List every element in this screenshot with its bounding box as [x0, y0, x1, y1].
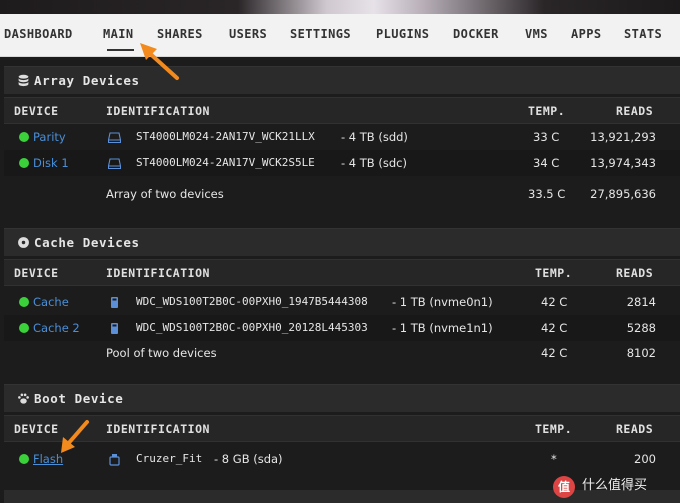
nav-plugins[interactable]: PLUGINS	[376, 27, 429, 41]
status-online-icon	[19, 297, 29, 307]
nav-settings[interactable]: SETTINGS	[290, 27, 351, 41]
summary-temp: 42 C	[541, 346, 568, 360]
database-icon	[18, 74, 29, 87]
device-temp: 42 C	[541, 295, 568, 309]
summary-label: Pool of two devices	[106, 346, 217, 360]
hdd-icon	[108, 132, 121, 144]
summary-row: Array of two devices 33.5 C 27,895,636	[4, 181, 680, 207]
col-identification: IDENTIFICATION	[106, 266, 210, 280]
watermark-logo: 值	[553, 476, 575, 498]
watermark-text: 什么值得买	[582, 478, 648, 493]
next-panel-header	[4, 490, 680, 503]
device-identification: Cruzer_Fit	[136, 452, 203, 465]
device-size: - 1 TB (nvme0n1)	[392, 295, 493, 309]
device-reads: 2814	[626, 295, 656, 309]
nav-main[interactable]: MAIN	[103, 27, 134, 41]
device-temp: 33 C	[533, 130, 560, 144]
nav-stats[interactable]: STATS	[624, 27, 662, 41]
boot-column-headers: DEVICE IDENTIFICATION TEMP. READS	[4, 415, 680, 442]
cache-column-headers: DEVICE IDENTIFICATION TEMP. READS	[4, 259, 680, 286]
nav-vms[interactable]: VMS	[525, 27, 548, 41]
table-row: Disk 1 ST4000LM024-2AN17V_WCK2S5LE - 4 T…	[4, 150, 680, 176]
usb-drive-icon	[109, 454, 120, 466]
device-identification: WDC_WDS100T2B0C-00PXH0_1947B5444308	[136, 295, 368, 308]
device-identification: WDC_WDS100T2B0C-00PXH0_20128L445303	[136, 321, 368, 334]
device-size: - 1 TB (nvme1n1)	[392, 321, 493, 335]
top-nav: DASHBOARD MAIN SHARES USERS SETTINGS PLU…	[0, 14, 680, 57]
col-device: DEVICE	[14, 104, 59, 118]
status-online-icon	[19, 158, 29, 168]
device-link-cache[interactable]: Cache	[33, 295, 69, 309]
nav-users[interactable]: USERS	[229, 27, 267, 41]
summary-temp: 33.5 C	[528, 187, 566, 201]
status-online-icon	[19, 323, 29, 333]
cache-devices-title: Cache Devices	[34, 235, 140, 250]
col-device: DEVICE	[14, 266, 59, 280]
paw-icon	[18, 393, 29, 404]
header-background-photo	[0, 0, 680, 14]
table-row: Parity ST4000LM024-2AN17V_WCK21LLX - 4 T…	[4, 124, 680, 150]
device-identification: ST4000LM024-2AN17V_WCK2S5LE	[136, 156, 315, 169]
device-identification: ST4000LM024-2AN17V_WCK21LLX	[136, 130, 315, 143]
col-identification: IDENTIFICATION	[106, 104, 210, 118]
cache-disk-icon	[18, 237, 29, 248]
device-link-flash[interactable]: Flash	[33, 452, 63, 466]
device-reads: 13,921,293	[590, 130, 656, 144]
col-reads: READS	[616, 104, 654, 118]
device-reads: 200	[634, 452, 656, 466]
nav-dashboard[interactable]: DASHBOARD	[4, 27, 73, 41]
array-devices-title: Array Devices	[34, 73, 140, 88]
status-online-icon	[19, 132, 29, 142]
device-reads: 13,974,343	[590, 156, 656, 170]
nav-docker[interactable]: DOCKER	[453, 27, 499, 41]
active-tab-indicator	[107, 49, 134, 51]
array-devices-header: Array Devices	[4, 66, 680, 94]
device-link-parity[interactable]: Parity	[33, 130, 66, 144]
cache-devices-header: Cache Devices	[4, 228, 680, 256]
nav-apps[interactable]: APPS	[571, 27, 602, 41]
device-reads: 5288	[626, 321, 656, 335]
nav-shares[interactable]: SHARES	[157, 27, 203, 41]
device-link-cache2[interactable]: Cache 2	[33, 321, 80, 335]
col-device: DEVICE	[14, 422, 59, 436]
array-column-headers: DEVICE IDENTIFICATION TEMP. READS	[4, 97, 680, 124]
summary-label: Array of two devices	[106, 187, 224, 201]
summary-row: Pool of two devices 42 C 8102	[4, 340, 680, 366]
nvme-icon	[111, 297, 118, 308]
boot-device-header: Boot Device	[4, 384, 680, 412]
device-size: - 8 GB (sda)	[214, 452, 283, 466]
device-temp: *	[551, 452, 557, 466]
summary-reads: 8102	[626, 346, 656, 360]
hdd-icon	[108, 158, 121, 170]
table-row: Cache WDC_WDS100T2B0C-00PXH0_1947B544430…	[4, 289, 680, 315]
col-reads: READS	[616, 422, 654, 436]
device-temp: 34 C	[533, 156, 560, 170]
col-identification: IDENTIFICATION	[106, 422, 210, 436]
boot-device-title: Boot Device	[34, 391, 124, 406]
device-temp: 42 C	[541, 321, 568, 335]
summary-reads: 27,895,636	[590, 187, 656, 201]
device-size: - 4 TB (sdd)	[341, 130, 408, 144]
status-online-icon	[19, 454, 29, 464]
col-temp: TEMP.	[528, 104, 566, 118]
col-reads: READS	[616, 266, 654, 280]
nvme-icon	[111, 323, 118, 334]
col-temp: TEMP.	[535, 422, 573, 436]
table-row: Cache 2 WDC_WDS100T2B0C-00PXH0_20128L445…	[4, 315, 680, 341]
device-size: - 4 TB (sdc)	[341, 156, 407, 170]
device-link-disk1[interactable]: Disk 1	[33, 156, 69, 170]
table-row: Flash Cruzer_Fit - 8 GB (sda) * 200	[4, 446, 680, 472]
col-temp: TEMP.	[535, 266, 573, 280]
